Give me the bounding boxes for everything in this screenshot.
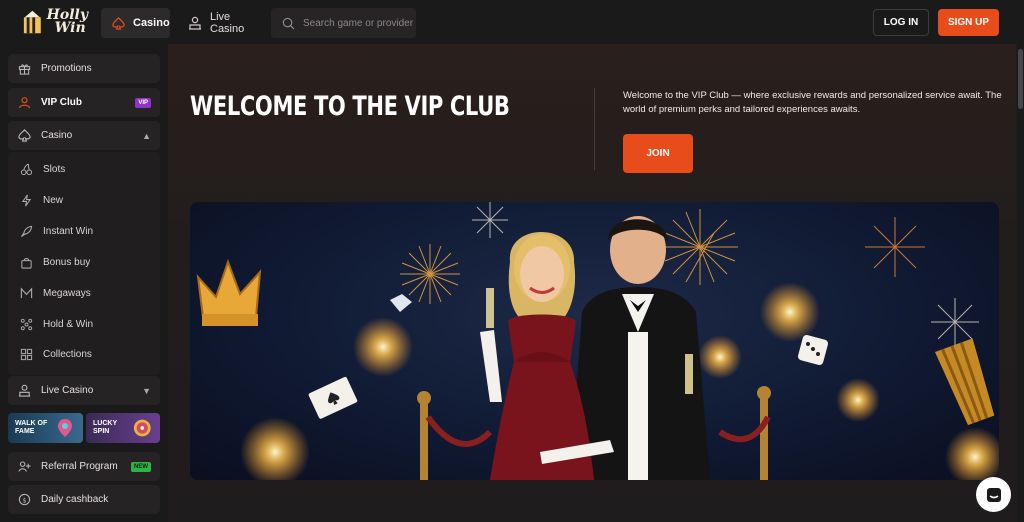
lightning-icon	[19, 193, 33, 207]
divider	[594, 88, 595, 170]
bag-icon	[19, 255, 33, 269]
main-content: WELCOME TO THE VIP CLUB Welcome to the V…	[168, 44, 1016, 522]
referral-icon	[17, 460, 31, 474]
top-bar: Holly Win Casino Live Casino LOG IN SIGN…	[0, 0, 1024, 44]
sidebar-item-referral-program[interactable]: Referral Program NEW	[8, 452, 160, 481]
vip-description: Welcome to the VIP Club — where exclusiv…	[623, 90, 1002, 115]
sidebar-label-live-casino: Live Casino	[41, 385, 94, 396]
logo-text-win: Win	[54, 20, 86, 36]
dealer-icon	[188, 16, 202, 30]
sidebar-item-live-casino[interactable]: Live Casino ▼	[8, 376, 160, 405]
megaways-icon	[19, 286, 33, 300]
sidebar-subitem-megaways[interactable]: Megaways	[8, 279, 148, 307]
sidebar-label-referral: Referral Program	[41, 461, 118, 472]
login-button[interactable]: LOG IN	[873, 9, 929, 36]
nav-live-casino-label: Live Casino	[210, 11, 245, 35]
sidebar-label-daily-cashback: Daily cashback	[41, 494, 109, 505]
signup-button[interactable]: SIGN UP	[938, 9, 999, 36]
nav-casino-label: Casino	[133, 17, 170, 29]
sidebar-subitem-hold-win[interactable]: Hold & Win	[8, 310, 148, 338]
sidebar-item-promotions[interactable]: Promotions	[8, 54, 160, 83]
user-icon	[17, 96, 31, 110]
sidebar-item-casino[interactable]: Casino ▲	[8, 121, 160, 150]
search-box	[271, 8, 416, 38]
chat-icon	[985, 486, 1003, 504]
walk-of-fame-card[interactable]: WALK OF FAME	[8, 413, 83, 443]
page-title: WELCOME TO THE VIP CLUB	[190, 91, 510, 122]
nav-casino[interactable]: Casino	[101, 8, 170, 38]
vip-banner-illustration	[196, 202, 999, 480]
dealer-icon	[17, 384, 31, 398]
sidebar-label-collections: Collections	[43, 348, 92, 360]
chevron-up-icon: ▲	[142, 130, 151, 141]
sidebar-label-vip-club: VIP Club	[41, 97, 82, 108]
sidebar: Promotions VIP Club VIP Casino ▲ Slots N…	[0, 44, 168, 522]
sidebar-label-hold-win: Hold & Win	[43, 318, 94, 330]
sidebar-label-bonus-buy: Bonus buy	[43, 256, 91, 268]
scrollbar[interactable]	[1017, 44, 1024, 522]
sidebar-label-instant-win: Instant Win	[43, 225, 94, 237]
sidebar-label-new: New	[43, 194, 64, 206]
grid-dots-icon	[19, 317, 33, 331]
spade-icon	[111, 16, 125, 30]
wheel-icon	[134, 419, 152, 437]
cherry-icon	[19, 162, 33, 176]
sidebar-label-megaways: Megaways	[43, 287, 91, 299]
logo[interactable]: Holly Win	[22, 6, 88, 38]
spade-icon	[17, 129, 31, 143]
chat-button[interactable]	[976, 477, 1011, 512]
vip-badge: VIP	[135, 97, 151, 108]
cashback-icon: $	[17, 493, 31, 507]
walk-of-fame-label: WALK OF FAME	[15, 420, 48, 435]
search-icon	[281, 16, 295, 30]
nav-live-casino[interactable]: Live Casino	[178, 8, 268, 38]
new-badge: NEW	[131, 461, 151, 472]
gift-icon	[17, 62, 31, 76]
lucky-spin-card[interactable]: LUCKY SPIN	[86, 413, 160, 443]
search-input[interactable]	[303, 17, 413, 29]
sidebar-subitem-instant-win[interactable]: Instant Win	[8, 217, 148, 245]
join-button[interactable]: JOIN	[623, 134, 693, 173]
sidebar-label-slots: Slots	[43, 163, 66, 175]
sidebar-label-casino: Casino	[41, 130, 73, 141]
collections-icon	[19, 347, 33, 361]
sidebar-label-promotions: Promotions	[41, 63, 92, 74]
lucky-spin-label: LUCKY SPIN	[93, 420, 117, 435]
sidebar-subitem-bonus-buy[interactable]: Bonus buy	[8, 248, 148, 276]
sidebar-item-daily-cashback[interactable]: $ Daily cashback	[8, 485, 160, 514]
pin-icon	[58, 419, 72, 437]
logo-icon	[23, 10, 41, 34]
vip-banner-image	[190, 202, 999, 480]
rocket-icon	[19, 224, 33, 238]
sidebar-item-vip-club[interactable]: VIP Club VIP	[8, 88, 160, 117]
svg-text:$: $	[22, 496, 26, 504]
sidebar-subitem-slots[interactable]: Slots	[8, 155, 148, 183]
scrollbar-thumb[interactable]	[1018, 49, 1023, 109]
sidebar-subitem-new[interactable]: New	[8, 186, 148, 214]
sidebar-subitem-collections[interactable]: Collections	[8, 340, 148, 368]
chevron-down-icon: ▼	[142, 385, 151, 396]
